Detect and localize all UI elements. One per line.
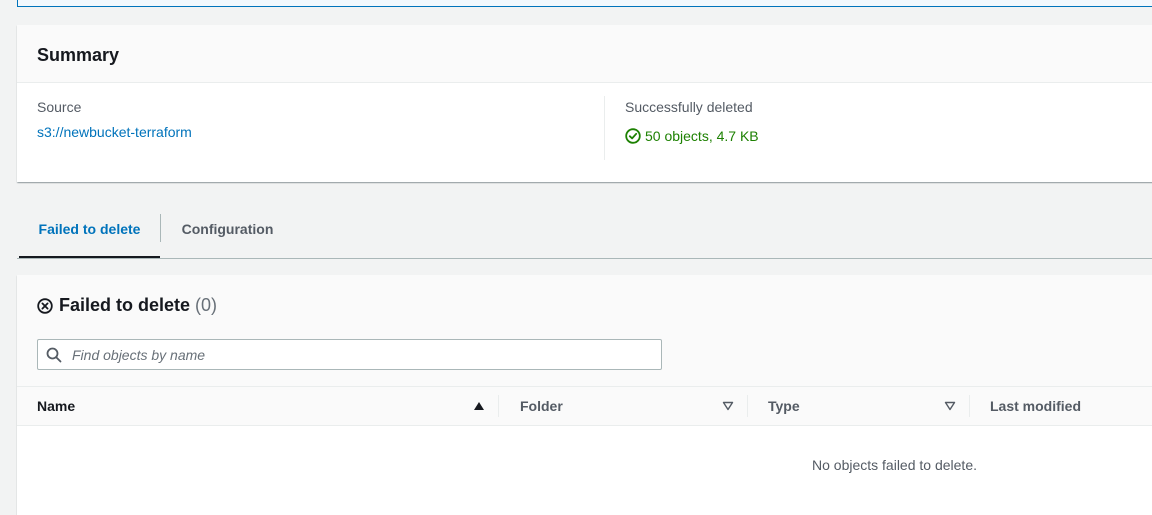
tab-failed-to-delete[interactable]: Failed to delete (19, 210, 160, 258)
tab-bar: Failed to delete Configuration (17, 210, 1152, 259)
failed-count: (0) (195, 295, 218, 315)
source-link[interactable]: s3://newbucket-terraform (37, 124, 192, 140)
sort-ascending-icon[interactable] (473, 401, 485, 411)
failed-objects-panel: Failed to delete (0) Name Folder Type La… (17, 275, 1152, 515)
search-box (37, 339, 662, 370)
column-separator (969, 395, 970, 417)
summary-title: Summary (17, 25, 1152, 83)
success-check-icon (625, 128, 641, 144)
sort-descending-icon[interactable] (944, 401, 956, 411)
table-header: Name Folder Type Last modified (17, 386, 1152, 426)
failed-x-icon (37, 297, 53, 314)
summary-body: Source s3://newbucket-terraform Successf… (17, 83, 1152, 182)
column-header-last-modified[interactable]: Last modified (990, 398, 1081, 414)
info-banner-edge (17, 0, 1152, 7)
search-input[interactable] (70, 345, 634, 364)
column-header-name[interactable]: Name (37, 398, 75, 414)
deleted-label: Successfully deleted (625, 99, 753, 115)
tab-configuration[interactable]: Configuration (161, 210, 294, 258)
search-icon (46, 347, 62, 362)
deleted-status: 50 objects, 4.7 KB (625, 128, 759, 144)
panel-title: Failed to delete (0) (37, 295, 217, 316)
column-divider (604, 96, 605, 160)
column-separator (498, 395, 499, 417)
deleted-column: Successfully deleted 50 objects, 4.7 KB (625, 99, 759, 144)
deleted-value: 50 objects, 4.7 KB (645, 128, 759, 144)
empty-state-message: No objects failed to delete. (812, 457, 977, 473)
source-label: Source (37, 99, 82, 115)
column-separator (747, 395, 748, 417)
column-header-type[interactable]: Type (768, 398, 800, 414)
column-header-folder[interactable]: Folder (520, 398, 563, 414)
panel-title-text: Failed to delete (59, 295, 191, 315)
panel-header: Failed to delete (0) (17, 275, 1152, 386)
sort-descending-icon[interactable] (722, 401, 734, 411)
summary-container: Summary Source s3://newbucket-terraform … (17, 25, 1152, 182)
source-column: Source s3://newbucket-terraform (37, 99, 192, 140)
